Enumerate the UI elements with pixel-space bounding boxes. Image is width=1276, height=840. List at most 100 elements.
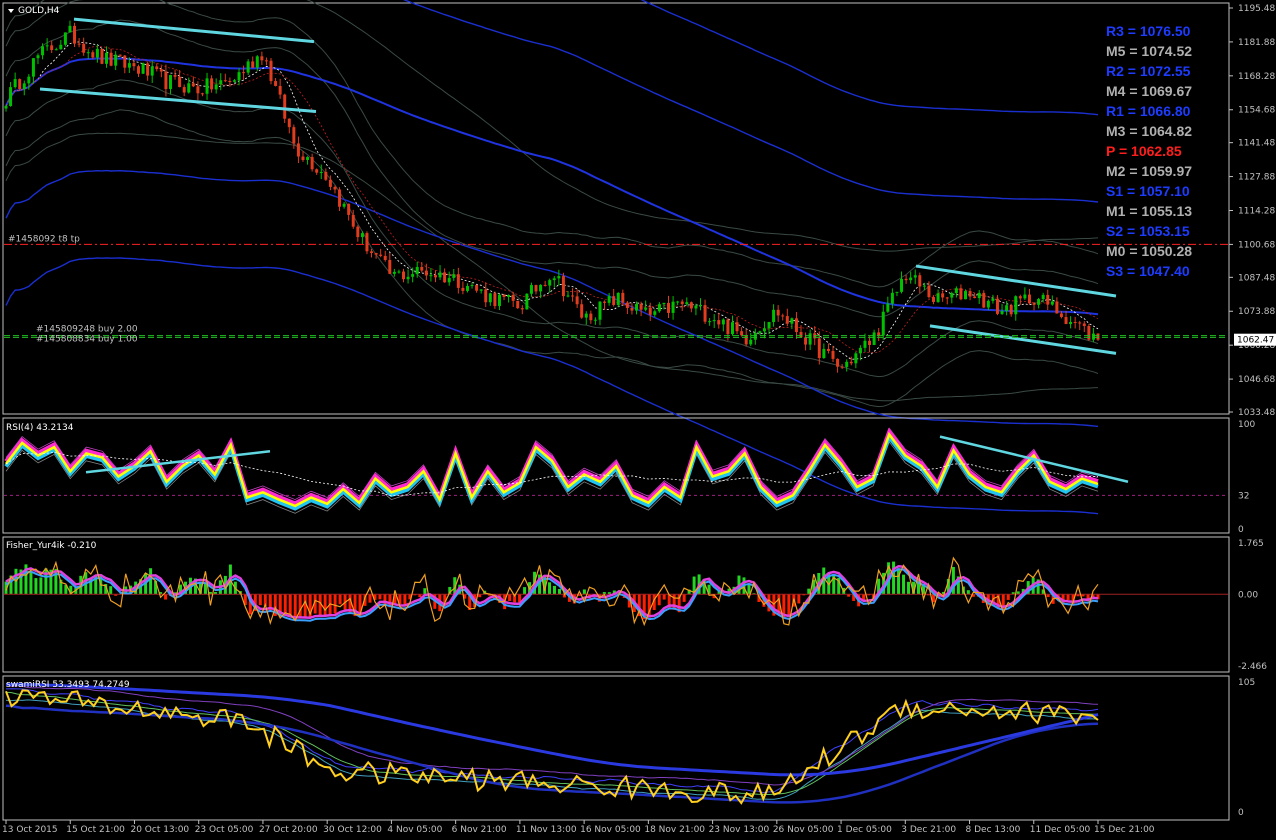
candle-body [191, 83, 195, 87]
candle-body [118, 54, 122, 56]
candle-body [141, 63, 145, 74]
candle-body [794, 318, 798, 333]
candle-body [1069, 321, 1073, 325]
candle-body [68, 25, 72, 33]
candle-body [392, 271, 396, 274]
candle-body [671, 301, 675, 313]
fisher-hist-bar [557, 589, 561, 595]
candle-body [982, 292, 986, 308]
candle-body [95, 48, 99, 58]
time-tick-label: 23 Nov 13:00 [709, 825, 770, 835]
rsi-tick-label: 0 [1238, 525, 1244, 535]
price-tick-label: 1100.68 [1238, 240, 1275, 250]
time-tick-label: 11 Dec 05:00 [1030, 825, 1091, 835]
candle-body [264, 60, 268, 62]
price-tick-label: 1141.48 [1238, 139, 1275, 149]
candle-body [881, 311, 885, 336]
candle-body [945, 297, 949, 299]
candle-body [379, 254, 383, 256]
candle-body [168, 75, 172, 90]
candle-body [822, 348, 826, 358]
candle-body [114, 54, 118, 66]
candle-body [164, 71, 168, 90]
candle-body [1059, 313, 1063, 318]
candle-body [1096, 333, 1100, 340]
pivot-level-label: R3 = 1076.50 [1106, 23, 1191, 39]
candle-body [1037, 299, 1041, 305]
candle-body [584, 313, 588, 318]
candle-body [918, 275, 922, 287]
fisher-hist-bar [258, 594, 262, 606]
candle-body [365, 233, 369, 252]
candle-body [589, 313, 593, 321]
candle-body [904, 278, 908, 281]
swami-title: swamiRSI 53.3493 74.2749 [6, 680, 130, 690]
candle-body [132, 63, 136, 67]
buy-order-label-2: #145808834 buy 1.00 [36, 334, 138, 344]
candle-body [689, 302, 693, 309]
fisher-hist-bar [333, 594, 337, 614]
fisher-hist-bar [797, 594, 801, 604]
time-tick-label: 13 Oct 2015 [2, 825, 58, 835]
candle-body [653, 311, 657, 315]
fisher-tick-label: 0.00 [1238, 590, 1258, 600]
candle-body [13, 79, 17, 88]
candle-body [826, 348, 830, 351]
fisher-hist-bar [892, 561, 896, 595]
candle-body [497, 294, 501, 307]
candle-body [310, 157, 314, 170]
candle-body [799, 332, 803, 338]
pivot-level-label: M4 = 1069.67 [1106, 83, 1192, 99]
candle-body [301, 156, 305, 160]
candle-body [936, 293, 940, 302]
candle-body [977, 292, 981, 299]
candle-body [63, 32, 67, 45]
candle-body [625, 302, 629, 308]
candle-body [808, 333, 812, 345]
pivot-level-label: M3 = 1064.82 [1106, 123, 1192, 139]
candle-body [986, 300, 990, 308]
candle-body [730, 322, 734, 335]
candle-body [105, 52, 109, 64]
candle-body [781, 315, 785, 317]
candle-body [50, 45, 54, 51]
pivot-level-label: M1 = 1055.13 [1106, 203, 1192, 219]
candle-body [630, 307, 634, 311]
current-price-label: 1062.47 [1237, 336, 1274, 346]
candle-body [872, 332, 876, 345]
candle-body [836, 358, 840, 367]
candle-body [292, 127, 296, 144]
time-tick-label: 20 Oct 13:00 [130, 825, 189, 835]
fisher-hist-bar [1006, 594, 1010, 600]
candle-body [525, 293, 529, 310]
candle-body [740, 331, 744, 336]
candle-body [283, 94, 287, 119]
candle-body [941, 293, 945, 298]
time-tick-label: 1 Dec 05:00 [837, 825, 892, 835]
candle-body [475, 285, 479, 291]
candle-body [260, 56, 264, 61]
candle-body [612, 296, 616, 305]
rsi-tick-label: 100 [1238, 420, 1255, 430]
candle-body [712, 320, 716, 322]
candle-body [932, 297, 936, 302]
candle-body [1009, 305, 1013, 315]
candle-body [429, 275, 433, 277]
candle-body [296, 143, 300, 157]
mt4-chart-window[interactable]: #1458092 t8 tp #145809248 buy 2.00#145808… [0, 0, 1276, 840]
candle-body [657, 304, 661, 312]
fisher-hist-bar [423, 588, 427, 595]
pivot-level-label: M5 = 1074.52 [1106, 43, 1192, 59]
time-tick-label: 26 Nov 05:00 [773, 825, 834, 835]
fisher-hist-bar [548, 582, 552, 595]
time-tick-label: 27 Oct 20:00 [259, 825, 318, 835]
candle-body [73, 25, 77, 44]
candle-body [59, 44, 63, 50]
price-tick-label: 1154.68 [1238, 106, 1275, 116]
candle-body [324, 171, 328, 180]
candle-body [27, 76, 31, 84]
pivot-level-label: P = 1062.85 [1106, 143, 1182, 159]
candle-body [753, 332, 757, 340]
candle-body [338, 189, 342, 207]
candle-body [1046, 294, 1050, 305]
